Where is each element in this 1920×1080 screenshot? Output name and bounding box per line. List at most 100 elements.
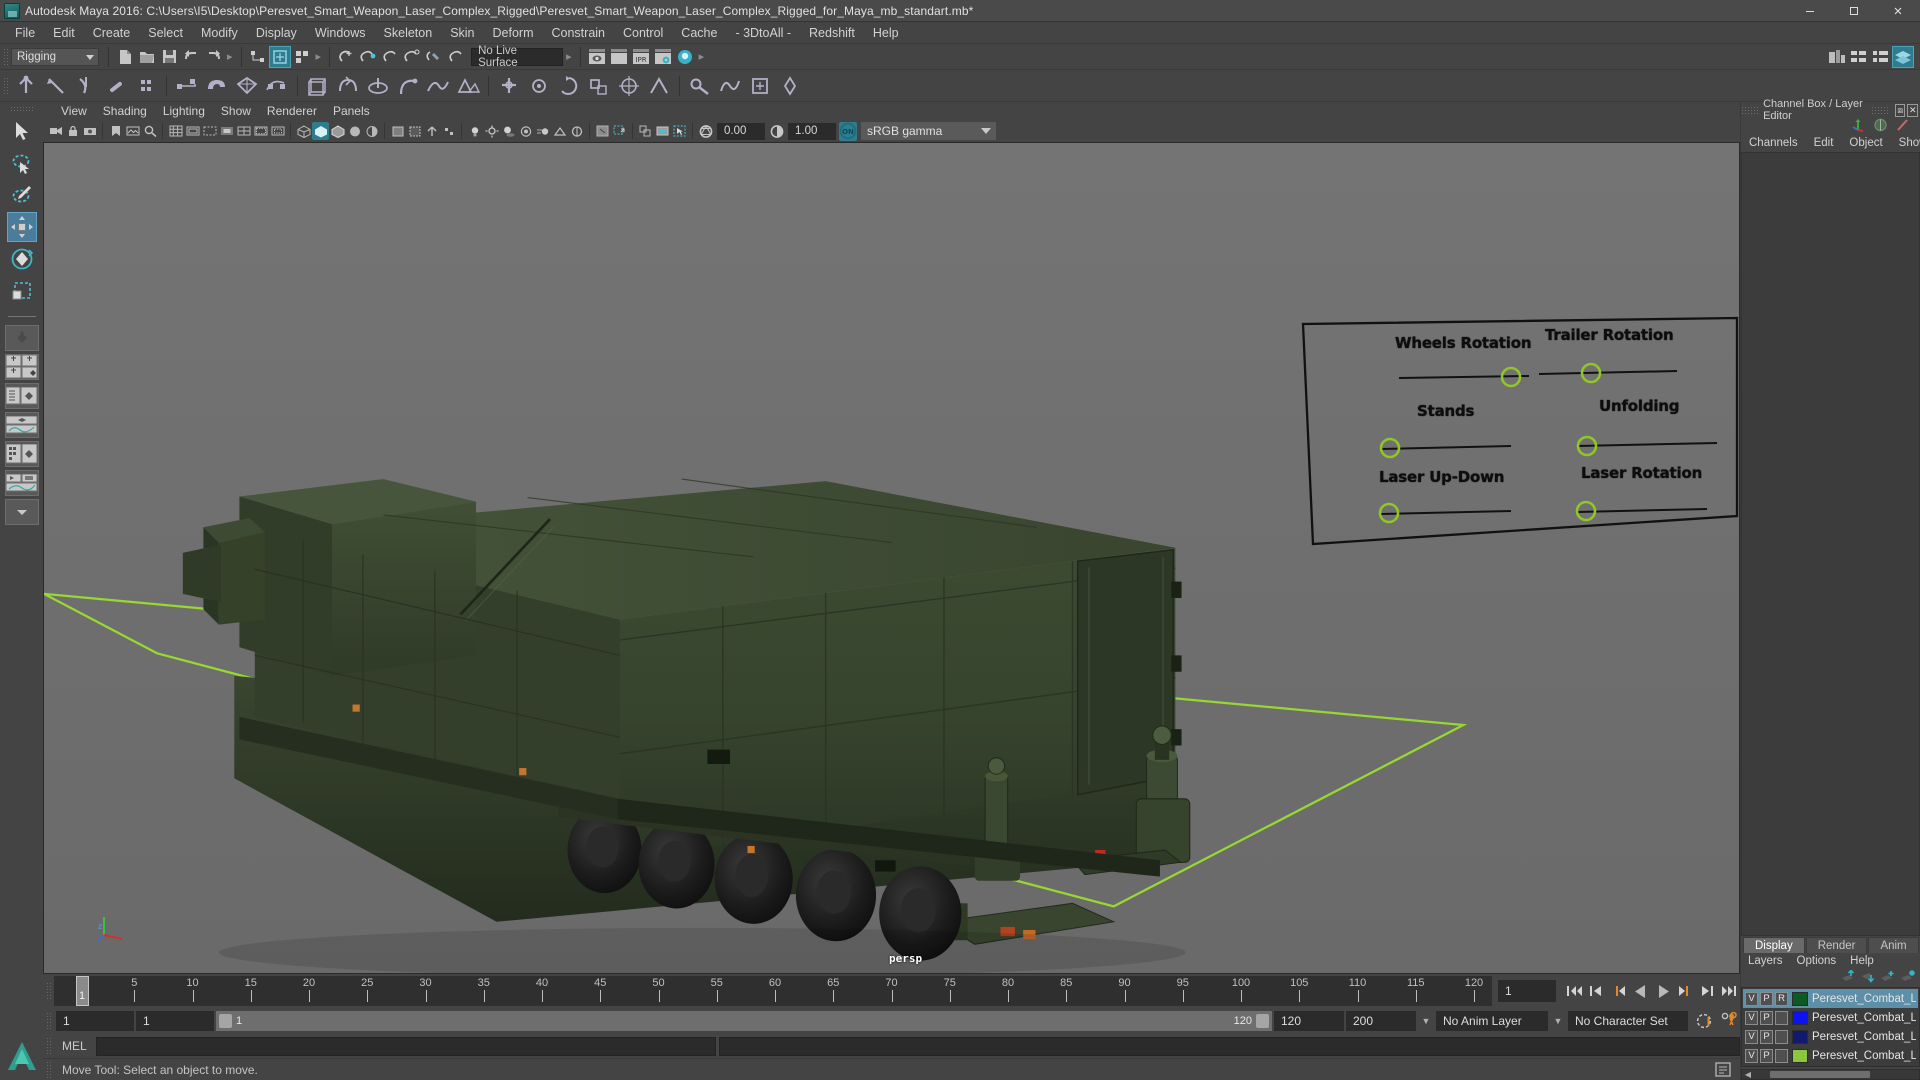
depth-of-field-icon[interactable] [568,122,585,140]
current-frame-field[interactable]: 1 [1498,980,1556,1002]
menu-display[interactable]: Display [247,22,306,44]
layer-row[interactable]: V P Peresvet_Combat_Lase [1743,1027,1918,1046]
paint-weights-icon[interactable] [232,72,262,100]
range-start-field[interactable]: 1 [136,1011,214,1031]
set-driven-key-icon[interactable] [685,72,715,100]
x-ray-joints-icon[interactable] [423,122,440,140]
statusline-grip[interactable] [2,46,9,67]
undock-icon[interactable]: ⧈ [1894,103,1906,117]
layer-menu-options[interactable]: Options [1790,955,1844,967]
attribute-editor-toggle-icon[interactable] [1870,46,1892,68]
render-settings-icon[interactable] [652,46,674,68]
interactive-bind-icon[interactable] [202,72,232,100]
layer-name[interactable]: Peresvet_Combat_Lase [1812,1012,1916,1024]
viewport-snapshot-icon[interactable] [654,122,671,140]
snap-to-projected-center-icon[interactable] [401,46,423,68]
single-perspective-layout-icon[interactable] [4,325,39,351]
time-slider[interactable]: 1 5 10 15 20 25 30 35 40 45 50 55 60 65 70 75 80 85 90 95 1… [54,976,1492,1006]
scale-constraint-icon[interactable] [584,72,614,100]
rig-control-panel[interactable]: Wheels Rotation Trailer Rotation Stands … [1299,316,1739,551]
panel-grip[interactable] [1741,106,1759,114]
layer-reference-toggle[interactable] [1775,1029,1788,1044]
use-default-material-icon[interactable] [346,122,363,140]
menu-redshift[interactable]: Redshift [800,22,864,44]
make-live-icon[interactable] [445,46,467,68]
undo-icon[interactable] [180,46,202,68]
layer-name[interactable]: Peresvet_Combat_Laser_C [1812,1050,1916,1062]
range-row-grip[interactable] [45,1011,52,1031]
exposure-icon[interactable] [697,122,714,140]
gamma-icon[interactable] [768,122,785,140]
field-chart-icon[interactable] [235,122,252,140]
statusline-collapse-1[interactable]: ▸ [224,50,236,63]
menu-3dtoall[interactable]: - 3DtoAll - [726,22,800,44]
command-language-label[interactable]: MEL [54,1039,96,1053]
anim-start-field[interactable]: 1 [56,1011,134,1031]
layout-dropdown-icon[interactable] [4,499,39,525]
layer-row[interactable]: V P Peresvet_Combat_Lase [1743,1008,1918,1027]
range-left-handle[interactable] [219,1014,232,1028]
cluster-deformer-icon[interactable] [333,72,363,100]
select-by-object-icon[interactable] [268,45,291,68]
shaded-wireframe-icon[interactable] [329,122,346,140]
blend-shape-icon[interactable] [453,72,483,100]
color-management-selector[interactable]: sRGB gamma [861,122,996,140]
safe-title-icon[interactable] [269,122,286,140]
close-button[interactable] [1876,0,1920,22]
hypershade-icon[interactable] [674,46,696,68]
quick-rig-icon[interactable] [775,72,805,100]
menu-help[interactable]: Help [864,22,908,44]
persp-graph-editor-layout-icon[interactable] [4,412,39,438]
panel-menu-panels[interactable]: Panels [325,104,378,118]
range-right-handle[interactable] [1256,1014,1269,1028]
tab-anim[interactable]: Anim [1868,937,1919,953]
ik-handle-icon[interactable] [41,72,71,100]
two-d-pan-zoom-icon[interactable] [141,122,158,140]
isolate-select-icon[interactable] [594,122,611,140]
select-tool-icon[interactable] [7,116,37,146]
pole-vector-constraint-icon[interactable] [644,72,674,100]
select-by-component-icon[interactable] [291,46,313,68]
layer-visibility-toggle[interactable]: V [1745,991,1758,1006]
play-forwards-icon[interactable] [1652,980,1674,1002]
menu-set-selector[interactable]: Rigging [11,47,99,66]
layer-color-swatch[interactable] [1792,1048,1808,1063]
paint-select-tool-icon[interactable] [7,180,37,210]
gate-mask-icon[interactable] [218,122,235,140]
animation-preferences-icon[interactable] [1718,1010,1740,1032]
channel-menu-object[interactable]: Object [1841,137,1890,149]
live-surface-field[interactable]: No Live Surface [471,45,564,69]
panel-menu-lighting[interactable]: Lighting [155,104,213,118]
layer-menu-help[interactable]: Help [1843,955,1881,967]
layer-color-swatch[interactable] [1792,1010,1808,1025]
menu-constrain[interactable]: Constrain [543,22,615,44]
layer-reference-toggle[interactable]: R [1775,991,1788,1006]
panel-menu-view[interactable]: View [53,104,95,118]
nonlinear-bend-icon[interactable] [393,72,423,100]
lighting-all-icon[interactable] [483,122,500,140]
show-hide-editor-icon[interactable] [1826,46,1848,68]
layer-visibility-toggle[interactable]: V [1745,1029,1758,1044]
chevron-down-icon-anim-layer[interactable]: ▼ [1418,1016,1434,1026]
render-current-frame-icon[interactable] [586,46,608,68]
select-camera-icon[interactable] [47,122,64,140]
pose-library-icon[interactable] [745,72,775,100]
insert-joint-icon[interactable] [101,72,131,100]
menu-control[interactable]: Control [614,22,672,44]
layer-menu-layers[interactable]: Layers [1741,955,1790,967]
new-scene-icon[interactable] [114,46,136,68]
open-scene-icon[interactable] [136,46,158,68]
lighting-default-icon[interactable] [466,122,483,140]
menu-skeleton[interactable]: Skeleton [375,22,442,44]
outliner-persp-layout-icon[interactable] [4,383,39,409]
layer-list-horizontal-scrollbar[interactable]: ◀ [1741,1069,1920,1080]
chevron-down-icon-character-set[interactable]: ▼ [1550,1016,1566,1026]
display-layer-list[interactable]: V P R Peresvet_Combat_Laser_Com V P Pere… [1741,987,1920,1067]
shelf-grip[interactable] [2,75,9,96]
menu-modify[interactable]: Modify [192,22,247,44]
move-layer-down-icon[interactable] [1860,970,1875,986]
layer-row[interactable]: V P Peresvet_Combat_Laser_C [1743,1046,1918,1065]
command-line-grip[interactable] [45,1036,52,1056]
layer-row[interactable]: V P R Peresvet_Combat_Laser_Com [1743,989,1918,1008]
layer-color-swatch[interactable] [1792,991,1808,1006]
